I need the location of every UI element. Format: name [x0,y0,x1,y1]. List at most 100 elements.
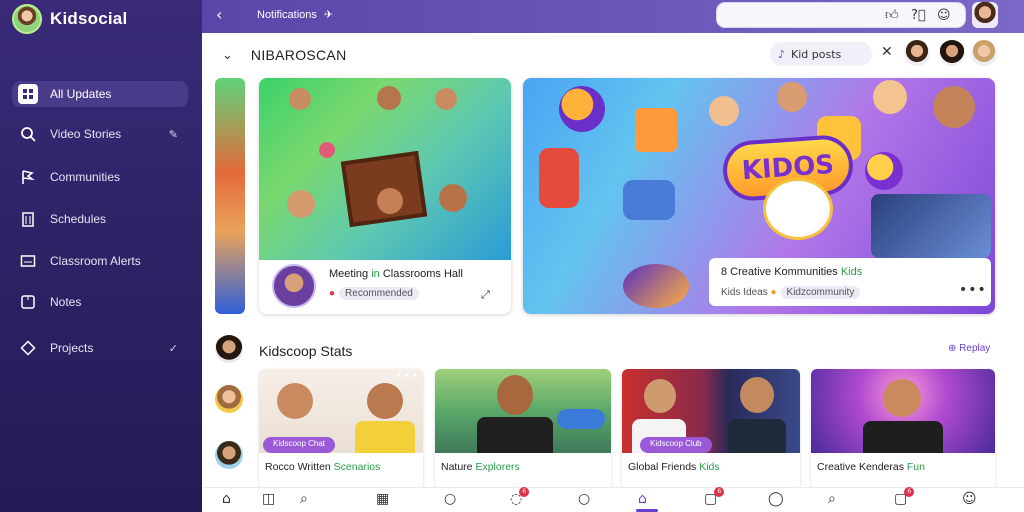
home-active-icon[interactable]: ⌂ [638,491,647,507]
video-card[interactable]: Creative Kenderas Fun [811,369,995,489]
avatar [272,264,316,308]
toy-car-illustration [557,409,605,429]
video-title: Global Friends Kids [628,461,720,473]
grid-icon[interactable]: ▦ [376,491,389,507]
avatar[interactable] [904,40,930,66]
shirt-illustration [355,421,415,453]
search-bar[interactable]: 👍︎ ?⃝ ☺ [716,2,966,28]
kid-figure [277,383,313,419]
question-icon[interactable]: ?⃝ [911,8,926,23]
kid-figure [435,88,457,110]
banner-subtitle: ● Recommended [329,287,419,300]
ball-illustration [319,142,335,158]
kid-figure [287,190,315,218]
video-card[interactable]: Kidscoop Club Global Friends Kids [622,369,800,489]
more-options-icon[interactable]: ••• [395,369,419,383]
home-icon[interactable]: ⌂ [222,491,231,507]
sidebar-item-label: Notes [50,295,82,309]
featured-banner-card[interactable]: KIDOS 8 Creative Kommunities Kids Kids I… [523,78,995,314]
share-icon[interactable]: ⤢ [481,288,491,302]
sidebar-item-projects[interactable]: Projects ✓ [12,335,188,361]
row-title: Kidscoop Stats [259,343,353,359]
replay-icon: ⊕ [948,343,957,354]
sidebar-item-label: Video Stories [50,127,122,141]
sidebar-item-video-stories[interactable]: Video Stories ✎ [12,121,188,147]
comment-icon[interactable]: ◯ [768,491,784,507]
sidebar-item-schedules[interactable]: Schedules [12,206,188,232]
video-tag: Kidscoop Club [640,437,712,453]
sidebar-item-label: Schedules [50,212,107,226]
profile-icon[interactable]: ○ [444,491,456,507]
alerts-icon[interactable]: ▢ 6 [894,487,915,507]
sidebar-item-label: Classroom Alerts [50,254,141,268]
mascot-illustration [763,178,833,240]
kid-figure [777,82,807,112]
ball-illustration [623,264,689,308]
banner-subtitle: Kids Ideas ● Kidzcommunity [721,286,861,299]
more-options-icon[interactable]: ••• [959,282,987,298]
kid-figure [873,80,907,114]
avatar[interactable] [215,335,243,363]
account-icon[interactable]: ☺ [962,491,977,507]
video-title: Creative Kenderas Fun [817,461,925,473]
thumb-icon[interactable]: 👍︎ [885,8,899,23]
sidebar-item-communities[interactable]: Communities [12,164,188,190]
emoji-icon: ● [770,287,777,298]
search-icon[interactable]: ⌕ [828,491,836,507]
chat-icon[interactable]: ◫ [262,491,275,507]
section-title: NIBAROSCAN [250,47,347,63]
check-icon[interactable]: ✓ [169,342,178,355]
send-icon: ✈ [324,8,334,21]
avatar[interactable] [215,441,243,469]
sidebar-item-all-updates[interactable]: All Updates [12,81,188,107]
banner-image [259,78,511,260]
sidebar-item-classroom-alerts[interactable]: Classroom Alerts [12,248,188,274]
back-icon[interactable]: ‹ [216,5,222,24]
kid-posts-chip[interactable]: ♪ Kid posts [770,42,872,66]
carousel-edge-card[interactable] [215,78,245,314]
screen-icon [18,251,38,271]
kid-figure [289,88,311,110]
bottom-nav: ⌂ ◫ ⌕ ▦ ○ ◌ 6 ○ ⌂ ▢ 6 ◯ ⌕ ▢ 6 ☺ [202,487,1024,512]
banner-title: 8 Creative Kommunities Kids [721,266,863,278]
avatar[interactable] [215,385,243,413]
smile-icon[interactable]: ☺ [937,8,951,23]
edit-icon[interactable]: ✎ [169,128,178,141]
video-card[interactable]: Kidscoop Chat Rocco Written Scenarios ••… [259,369,423,489]
avatar[interactable] [939,40,965,66]
kid-figure [377,188,403,214]
avatar[interactable] [971,40,997,66]
notification-badge: 6 [519,487,530,497]
video-card[interactable]: Nature Explorers [435,369,611,489]
user-avatar[interactable] [972,2,998,28]
replay-link[interactable]: ⊕ Replay [948,343,990,354]
brand[interactable]: Kidsocial [12,4,127,34]
kid-figure [367,383,403,419]
notification-badge: 6 [714,487,725,497]
close-icon[interactable]: ✕ [881,44,893,60]
photo-inset [871,194,991,258]
video-title: Rocco Written Scenarios [265,461,381,473]
search-icon[interactable]: ⌕ [300,491,308,507]
kid-figure [539,148,579,208]
video-tag: Kidscoop Chat [263,437,336,453]
banner-card[interactable]: Meeting in Classrooms Hall ● Recommended … [259,78,511,314]
chevron-down-icon[interactable]: ⌄ [222,48,233,63]
building-icon [18,209,38,229]
inbox-icon[interactable]: ▢ 6 [704,487,725,507]
kid-figure [740,377,774,413]
notification-badge: 6 [904,487,915,497]
brand-name: Kidsocial [50,9,128,28]
notification-icon[interactable]: ◌ 6 [510,487,530,507]
kid-figure [709,96,739,126]
kid-figure [377,86,401,110]
top-bar: ‹ Notifications ✈ 👍︎ ?⃝ ☺ [202,0,1024,33]
shirt-illustration [728,419,786,453]
kid-figure [644,379,676,413]
shirt-illustration [863,421,943,453]
sidebar-item-notes[interactable]: Notes [12,289,188,315]
banner-title: Meeting in Classrooms Hall [329,268,463,280]
diamond-icon [18,338,38,358]
message-icon[interactable]: ○ [578,491,590,507]
kid-figure [439,184,467,212]
